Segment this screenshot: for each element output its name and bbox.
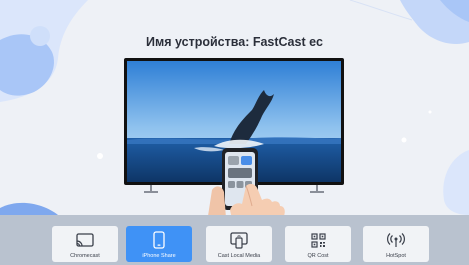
device-name-title: Имя устройства: FastCast ec [145,35,324,49]
phone-icon [148,231,170,249]
cast-icon [74,231,96,249]
menu-item-label: Chromecast [70,253,100,259]
qr-code-icon [307,231,329,249]
menu-item-chromecast[interactable]: Chromecast [52,226,118,262]
menu-item-label: HotSpot [386,253,406,259]
menu-item-cast-local-media[interactable]: Cast Local Media [206,226,272,262]
menu-item-label: QR Cost [307,253,329,259]
menu-item-label: iPhone Share [142,253,176,259]
menu-item-label: Cast Local Media [217,253,261,259]
menu-item-iphone-share[interactable]: iPhone Share [126,226,192,262]
hotspot-icon [385,231,407,249]
local-media-icon [228,231,250,249]
menu-item-qr-cost[interactable]: QR Cost [285,226,351,262]
menu-item-hotspot[interactable]: HotSpot [363,226,429,262]
